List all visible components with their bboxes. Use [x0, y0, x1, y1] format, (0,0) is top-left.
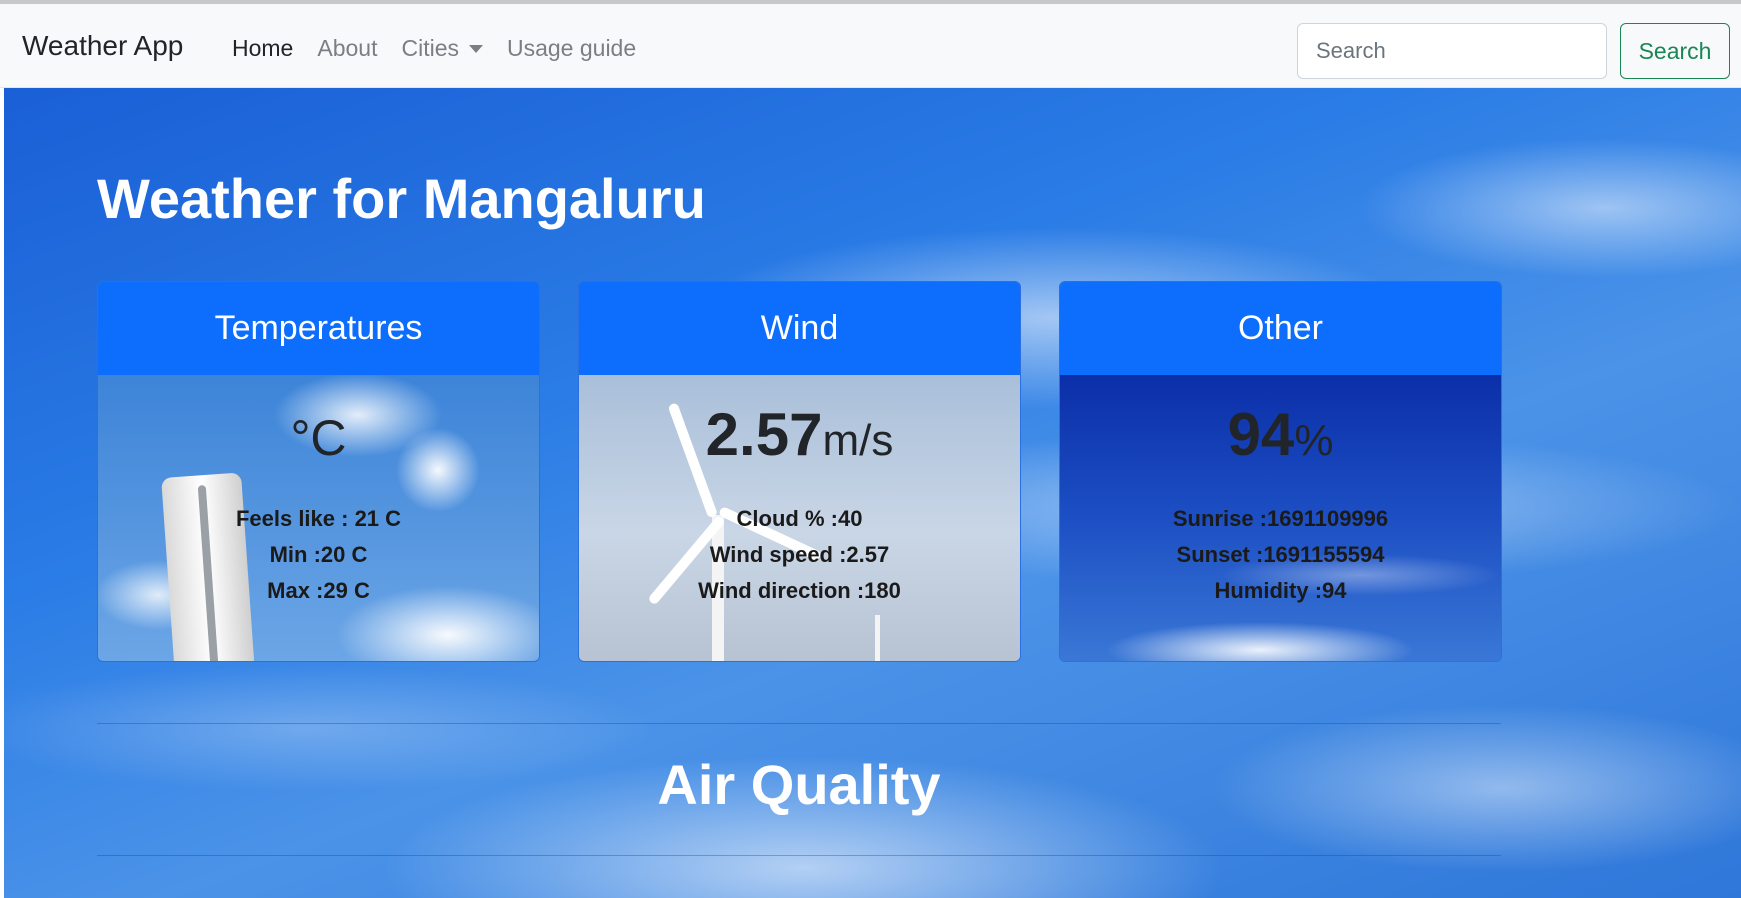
- search-button[interactable]: Search: [1620, 23, 1730, 79]
- cloud-percent-text: Cloud % :40: [736, 506, 863, 531]
- section-divider-bottom: [97, 855, 1501, 856]
- section-divider-top: [97, 723, 1501, 724]
- wind-card: Wind 2.57m/s Cloud % :40 Wind speed :2.5…: [578, 281, 1021, 662]
- nav-link-home[interactable]: Home: [232, 35, 293, 62]
- other-card-header: Other: [1060, 282, 1501, 375]
- air-quality-heading: Air Quality: [657, 753, 941, 816]
- brand-link[interactable]: Weather App: [22, 30, 183, 62]
- max-temp-text: Max :29 C: [267, 578, 370, 603]
- other-card: Other 94% Sunrise :1691109996 Sunset :16…: [1059, 281, 1502, 662]
- humidity-unit: %: [1294, 416, 1334, 465]
- nav-link-usage-guide[interactable]: Usage guide: [507, 35, 636, 62]
- temperature-reading: °C: [98, 405, 539, 465]
- nav-link-about[interactable]: About: [317, 35, 377, 62]
- navbar: Weather App Home About Cities Usage guid…: [0, 4, 1741, 88]
- page-title: Weather for Mangaluru: [97, 167, 706, 230]
- humidity-text: Humidity :94: [1214, 578, 1347, 603]
- sky-background: Weather for Mangaluru Temperatures °C Fe…: [4, 88, 1741, 898]
- nav-dropdown-cities[interactable]: Cities: [401, 35, 483, 62]
- wind-direction-text: Wind direction :180: [698, 578, 901, 603]
- temperature-unit: °C: [290, 410, 347, 466]
- temperature-details: Feels like : 21 C Min :20 C Max :29 C: [98, 501, 539, 609]
- wind-speed-text: Wind speed :2.57: [709, 542, 890, 567]
- wind-card-header: Wind: [579, 282, 1020, 375]
- nav-links: Home About Cities Usage guide: [232, 35, 660, 62]
- distant-turbine-image: [875, 615, 880, 661]
- search-input[interactable]: [1297, 23, 1607, 79]
- chevron-down-icon: [468, 44, 483, 53]
- wind-details: Cloud % :40 Wind speed :2.57 Wind direct…: [579, 501, 1020, 609]
- nav-dropdown-cities-label: Cities: [401, 35, 459, 61]
- other-details: Sunrise :1691109996 Sunset :1691155594 H…: [1060, 501, 1501, 609]
- sunset-text: Sunset :1691155594: [1176, 542, 1385, 567]
- wind-unit: m/s: [822, 416, 894, 465]
- temperatures-card: Temperatures °C Feels like : 21 C Min :2…: [97, 281, 540, 662]
- other-card-body: 94% Sunrise :1691109996 Sunset :16911555…: [1060, 375, 1501, 661]
- humidity-reading: 94%: [1060, 405, 1501, 465]
- min-temp-text: Min :20 C: [269, 542, 368, 567]
- wind-card-body: 2.57m/s Cloud % :40 Wind speed :2.57 Win…: [579, 375, 1020, 661]
- temperatures-card-header: Temperatures: [98, 282, 539, 375]
- humidity-value: 94: [1227, 401, 1295, 468]
- wind-value: 2.57: [705, 401, 823, 468]
- temperatures-card-body: °C Feels like : 21 C Min :20 C Max :29 C: [98, 375, 539, 661]
- sunrise-text: Sunrise :1691109996: [1172, 506, 1389, 531]
- wind-reading: 2.57m/s: [579, 405, 1020, 465]
- feels-like-text: Feels like : 21 C: [235, 506, 402, 531]
